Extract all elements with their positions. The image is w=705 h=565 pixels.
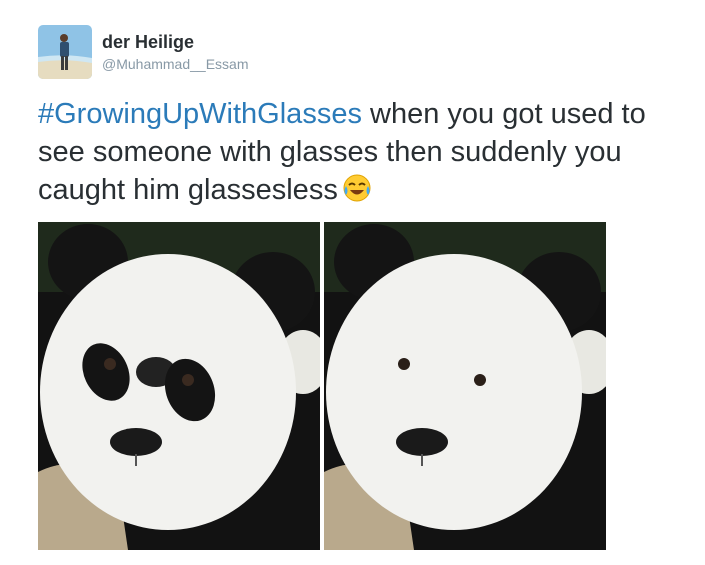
tweet-text: #GrowingUpWithGlasses when you got used … <box>38 95 678 213</box>
media-image-panda-with-eye-patches[interactable] <box>38 222 320 550</box>
hashtag-link[interactable]: #GrowingUpWithGlasses <box>38 98 362 130</box>
media-image-panda-without-eye-patches[interactable] <box>324 222 606 550</box>
tears-of-joy-emoji-icon <box>342 173 372 213</box>
tweet-author[interactable]: der Heilige @Muhammad__Essam <box>102 31 249 73</box>
author-avatar[interactable] <box>38 25 92 79</box>
author-display-name[interactable]: der Heilige <box>102 31 249 53</box>
author-handle[interactable]: @Muhammad__Essam <box>102 55 249 73</box>
